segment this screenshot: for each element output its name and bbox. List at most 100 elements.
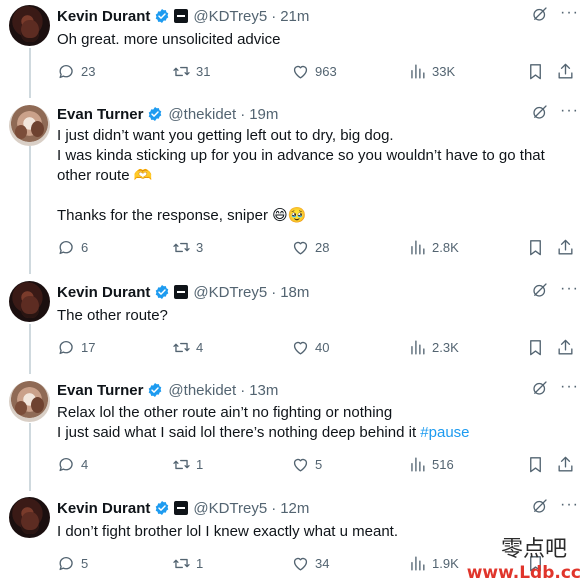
reply-button[interactable]: 4	[57, 455, 88, 474]
bookmark-button[interactable]	[526, 455, 550, 474]
more-icon[interactable]: ···	[560, 496, 579, 514]
retweet-icon	[173, 342, 190, 353]
tweet[interactable]: Evan Turner @thekidet · 19m ··· I just d…	[0, 98, 587, 274]
author-name[interactable]: Kevin Durant	[57, 500, 150, 517]
author-name[interactable]: Kevin Durant	[57, 8, 150, 25]
views-icon	[411, 340, 425, 355]
bookmark-icon	[530, 240, 541, 256]
timestamp[interactable]: 12m	[280, 500, 309, 517]
bookmark-button[interactable]	[526, 338, 550, 357]
separator: ·	[271, 283, 277, 301]
like-count: 34	[315, 556, 330, 571]
retweet-button[interactable]: 1	[172, 554, 203, 573]
author-handle[interactable]: @KDTrey5	[193, 8, 267, 25]
more-icon[interactable]: ···	[560, 378, 579, 396]
views-button[interactable]: 33K	[408, 62, 455, 81]
reply-count: 23	[81, 64, 96, 79]
separator: ·	[271, 499, 277, 517]
share-button[interactable]	[556, 238, 580, 257]
verified-badge-icon	[156, 285, 169, 299]
retweet-button[interactable]: 3	[172, 238, 203, 257]
views-button[interactable]: 516	[408, 455, 454, 474]
tweet[interactable]: Kevin Durant @KDTrey5 · 18m ··· The othe…	[0, 276, 587, 374]
retweet-button[interactable]: 4	[172, 338, 203, 357]
avatar[interactable]	[9, 281, 50, 322]
action-bar: 4 1 5 516	[0, 455, 587, 477]
share-button[interactable]	[556, 338, 580, 357]
views-count: 516	[432, 457, 454, 472]
timestamp[interactable]: 18m	[280, 284, 309, 301]
author-name[interactable]: Kevin Durant	[57, 284, 150, 301]
tweet-header: Evan Turner @thekidet · 13m	[57, 380, 278, 400]
tweet-text: The other route?	[57, 307, 168, 324]
timestamp[interactable]: 21m	[280, 8, 309, 25]
tweet[interactable]: Evan Turner @thekidet · 13m ··· Relax lo…	[0, 374, 587, 491]
reply-icon	[59, 556, 73, 571]
reply-button[interactable]: 17	[57, 338, 95, 357]
bookmark-button[interactable]	[526, 238, 550, 257]
reply-count: 5	[81, 556, 89, 571]
views-button[interactable]: 2.3K	[408, 338, 459, 357]
author-handle[interactable]: @KDTrey5	[193, 284, 267, 301]
verified-badge-icon	[149, 107, 162, 121]
more-icon[interactable]: ···	[560, 4, 579, 22]
bookmark-button[interactable]	[526, 62, 550, 81]
retweet-count: 3	[196, 240, 204, 255]
like-button[interactable]: 40	[291, 338, 329, 357]
avatar[interactable]	[9, 497, 50, 538]
more-icon[interactable]: ···	[560, 102, 579, 120]
separator: ·	[240, 105, 246, 123]
share-button[interactable]	[556, 455, 580, 474]
verified-badge-icon	[149, 383, 162, 397]
like-button[interactable]: 34	[291, 554, 329, 573]
like-button[interactable]: 28	[291, 238, 329, 257]
more-icon[interactable]: ···	[560, 280, 579, 298]
views-count: 2.3K	[432, 340, 459, 355]
like-button[interactable]: 963	[291, 62, 337, 81]
tweet-header: Kevin Durant @KDTrey5 · 18m	[57, 282, 309, 302]
grok-icon[interactable]	[531, 497, 549, 515]
avatar[interactable]	[9, 381, 50, 422]
views-icon	[411, 64, 425, 79]
reply-button[interactable]: 6	[57, 238, 88, 257]
action-bar: 6 3 28 2.8K	[0, 238, 587, 260]
retweet-button[interactable]: 31	[172, 62, 210, 81]
bookmark-button[interactable]	[526, 554, 550, 573]
grok-icon[interactable]	[531, 281, 549, 299]
author-handle[interactable]: @KDTrey5	[193, 500, 267, 517]
reply-button[interactable]: 5	[57, 554, 88, 573]
avatar[interactable]	[9, 5, 50, 46]
author-name[interactable]: Evan Turner	[57, 382, 143, 399]
tweet-text: Oh great. more unsolicited advice	[57, 31, 281, 48]
like-icon	[293, 341, 308, 355]
author-name[interactable]: Evan Turner	[57, 106, 143, 123]
verified-badge-icon	[156, 501, 169, 515]
author-handle[interactable]: @thekidet	[168, 106, 236, 123]
timestamp[interactable]: 19m	[249, 106, 278, 123]
avatar[interactable]	[9, 105, 50, 146]
tweet-text: I just didn’t want you getting left out …	[57, 127, 545, 224]
separator: ·	[271, 7, 277, 25]
reply-icon	[59, 340, 73, 355]
views-button[interactable]: 2.8K	[408, 238, 459, 257]
timestamp[interactable]: 13m	[249, 382, 278, 399]
share-icon	[558, 239, 573, 255]
like-count: 40	[315, 340, 330, 355]
retweet-button[interactable]: 1	[172, 455, 203, 474]
author-handle[interactable]: @thekidet	[168, 382, 236, 399]
action-bar: 17 4 40 2.3K	[0, 338, 587, 360]
tweet[interactable]: Kevin Durant @KDTrey5 · 21m ··· Oh great…	[0, 0, 587, 98]
retweet-count: 1	[196, 457, 204, 472]
tweet[interactable]: Kevin Durant @KDTrey5 · 12m ··· I don’t …	[0, 492, 587, 587]
share-button[interactable]	[556, 62, 580, 81]
grok-icon[interactable]	[531, 379, 549, 397]
views-button[interactable]: 1.9K	[408, 554, 459, 573]
hashtag-link[interactable]: #pause	[420, 424, 469, 441]
grok-icon[interactable]	[531, 5, 549, 23]
like-icon	[293, 65, 308, 79]
like-button[interactable]: 5	[291, 455, 322, 474]
retweet-count: 31	[196, 64, 211, 79]
reply-button[interactable]: 23	[57, 62, 95, 81]
reply-icon	[59, 240, 73, 255]
grok-icon[interactable]	[531, 103, 549, 121]
